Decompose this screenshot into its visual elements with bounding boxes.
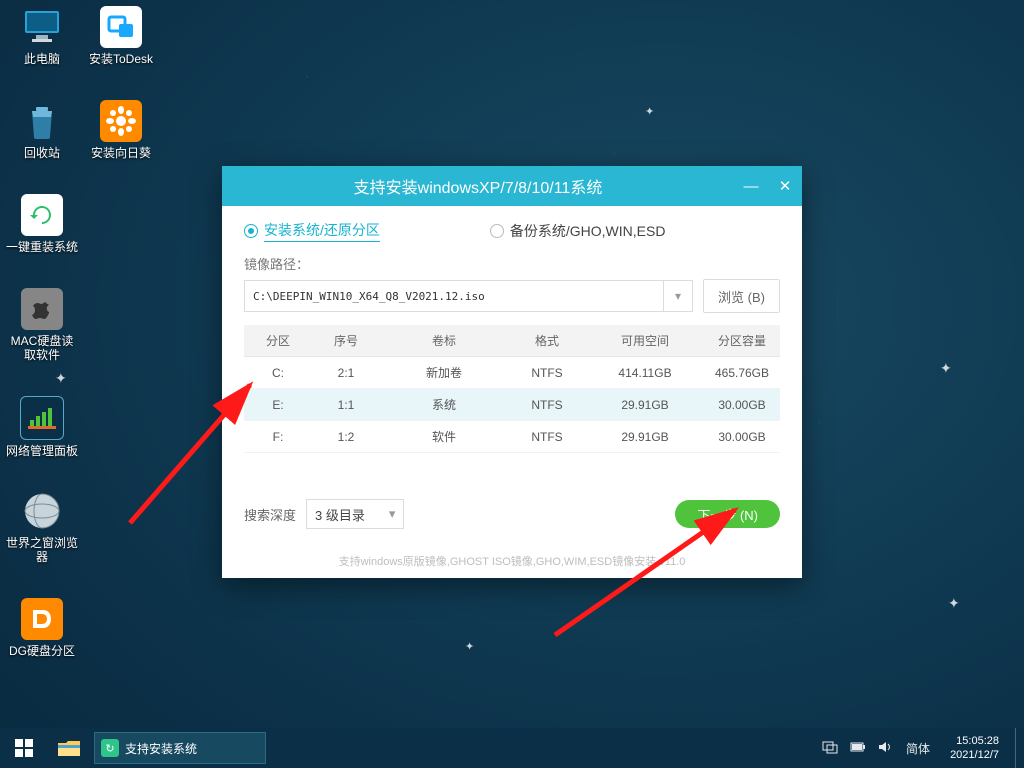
footer-note: 支持windows原版镜像,GHOST ISO镜像,GHO,WIM,ESD镜像安…	[244, 553, 780, 569]
minimize-button[interactable]: —	[734, 166, 768, 206]
browse-button[interactable]: 浏览 (B)	[703, 279, 780, 313]
desktop-icon-label: 回收站	[5, 146, 79, 160]
col-partition: 分区	[244, 325, 312, 357]
titlebar[interactable]: 支持安装windowsXP/7/8/10/11系统 — ✕	[222, 166, 802, 206]
trash-icon	[21, 100, 63, 142]
table-row[interactable]: F:1:2软件NTFS29.91GB30.00GB	[244, 421, 780, 453]
battery-tray-icon[interactable]	[850, 741, 866, 756]
desktop-icon-recycle-bin[interactable]: 回收站	[5, 100, 79, 160]
star-icon: ✦	[465, 640, 474, 653]
col-index: 序号	[312, 325, 380, 357]
next-button[interactable]: 下一步 (N)	[675, 500, 780, 528]
col-free: 可用空间	[586, 325, 704, 357]
desktop-icon-mac-disk[interactable]: MAC硬盘读取软件	[5, 288, 79, 362]
start-button[interactable]	[0, 728, 48, 768]
desktop: ✦ ✦ ✦ ✦ ✦ 此电脑 回收站 一键重装系统 MAC硬盘读取软件 网络管理面…	[0, 0, 1024, 768]
desktop-icon-todesk[interactable]: 安装ToDesk	[84, 6, 158, 66]
col-format: 格式	[508, 325, 586, 357]
search-depth-label: 搜索深度	[244, 505, 296, 524]
radio-backup[interactable]: 备份系统/GHO,WIN,ESD	[490, 221, 666, 241]
taskbar-explorer[interactable]	[48, 728, 90, 768]
desktop-icon-label: 安装ToDesk	[84, 52, 158, 66]
dropdown-icon: ▾	[389, 506, 396, 522]
col-volume: 卷标	[380, 325, 508, 357]
image-path-input[interactable]	[245, 281, 663, 311]
clock-time: 15:05:28	[950, 734, 999, 748]
radio-label: 备份系统/GHO,WIN,ESD	[510, 221, 666, 241]
volume-tray-icon[interactable]	[878, 740, 894, 757]
desktop-icon-this-pc[interactable]: 此电脑	[5, 6, 79, 66]
desktop-icon-label: MAC硬盘读取软件	[5, 334, 79, 362]
window-title: 支持安装windowsXP/7/8/10/11系统	[222, 174, 734, 198]
desktop-icon-label: 此电脑	[5, 52, 79, 66]
taskbar-item-installer[interactable]: ↻ 支持安装系统	[94, 732, 266, 764]
desktop-icon-sunlogin[interactable]: 安装向日葵	[84, 100, 158, 160]
table-row[interactable]: E:1:1系统NTFS29.91GB30.00GB	[244, 389, 780, 421]
star-icon: ✦	[940, 360, 952, 377]
close-button[interactable]: ✕	[768, 166, 802, 206]
globe-icon	[21, 490, 63, 532]
installer-window: 支持安装windowsXP/7/8/10/11系统 — ✕ 安装系统/还原分区 …	[222, 166, 802, 578]
radio-icon	[490, 224, 504, 238]
desktop-icon-network-panel[interactable]: 网络管理面板	[5, 396, 79, 458]
image-path-combobox[interactable]: ▾	[244, 280, 693, 312]
desktop-icon-label: 一键重装系统	[5, 240, 79, 254]
desktop-icon-label: DG硬盘分区	[5, 644, 79, 658]
ime-indicator[interactable]: 简体	[906, 740, 930, 757]
app-icon: ↻	[101, 739, 119, 757]
dropdown-icon[interactable]: ▾	[663, 281, 692, 311]
desktop-icon-label: 安装向日葵	[84, 146, 158, 160]
apple-icon	[21, 288, 63, 330]
taskbar-item-label: 支持安装系统	[125, 740, 197, 757]
desktop-icon-label: 世界之窗浏览器	[5, 536, 79, 564]
select-value: 3 级目录	[315, 505, 365, 524]
sunflower-icon	[100, 100, 142, 142]
star-icon: ✦	[55, 370, 67, 387]
system-tray: 简体 15:05:28 2021/12/7	[814, 734, 1015, 762]
partition-table: 分区 序号 卷标 格式 可用空间 分区容量 C:2:1新加卷NTFS414.11…	[244, 325, 780, 453]
star-icon: ✦	[948, 595, 960, 612]
taskbar: ↻ 支持安装系统 简体 15:05:28 2021/12/7	[0, 728, 1024, 768]
radio-label: 安装系统/还原分区	[264, 220, 380, 242]
desktop-icon-diskgenius[interactable]: DG硬盘分区	[5, 598, 79, 658]
table-row[interactable]: C:2:1新加卷NTFS414.11GB465.76GB	[244, 357, 780, 389]
desktop-icon-reinstall[interactable]: 一键重装系统	[5, 194, 79, 254]
reinstall-icon	[21, 194, 63, 236]
diskgenius-icon	[21, 598, 63, 640]
col-capacity: 分区容量	[704, 325, 780, 357]
desktop-icon-theworld[interactable]: 世界之窗浏览器	[5, 490, 79, 564]
show-desktop-button[interactable]	[1015, 728, 1024, 768]
clock-date: 2021/12/7	[950, 748, 999, 762]
network-icon	[20, 396, 64, 440]
monitor-icon	[21, 6, 63, 48]
taskbar-clock[interactable]: 15:05:28 2021/12/7	[942, 734, 1007, 762]
radio-icon	[244, 224, 258, 238]
desktop-icon-label: 网络管理面板	[5, 444, 79, 458]
network-tray-icon[interactable]	[822, 740, 838, 757]
todesk-icon	[100, 6, 142, 48]
path-label: 镜像路径：	[244, 254, 780, 273]
star-icon: ✦	[645, 105, 654, 118]
search-depth-select[interactable]: 3 级目录 ▾	[306, 499, 404, 529]
radio-install-restore[interactable]: 安装系统/还原分区	[244, 220, 380, 242]
